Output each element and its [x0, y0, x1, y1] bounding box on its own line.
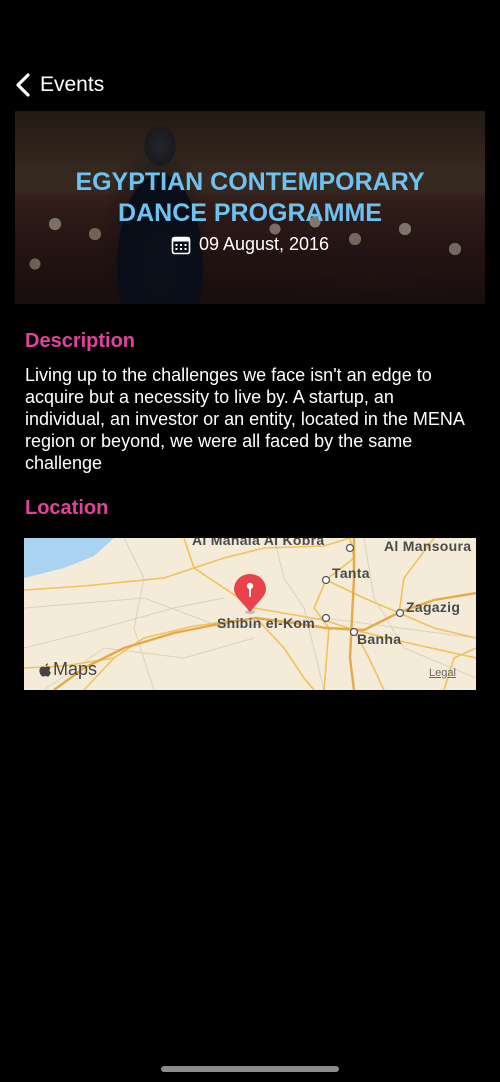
location-heading: Location: [25, 497, 109, 519]
calendar-icon: [171, 236, 191, 254]
location-map[interactable]: Al Mahala Al Kobra Al Mansoura Tanta Zag…: [24, 538, 476, 690]
apple-maps-logo: Maps: [38, 659, 97, 680]
event-date-row: 09 August, 2016: [15, 234, 485, 255]
event-hero-banner: EGYPTIAN CONTEMPORARY DANCE PROGRAMME 09…: [15, 111, 485, 304]
map-label-zagazig: Zagazig: [406, 599, 461, 615]
event-title: EGYPTIAN CONTEMPORARY DANCE PROGRAMME: [75, 168, 425, 227]
event-date: 09 August, 2016: [198, 234, 330, 254]
description-heading: Description: [25, 330, 136, 352]
description-text: Living up to the challenges we face isn'…: [25, 365, 464, 473]
chevron-left-icon: [16, 73, 30, 97]
map-legal-link[interactable]: Legal: [429, 667, 456, 679]
map-label-tanta: Tanta: [332, 565, 370, 581]
map-label-banha: Banha: [357, 631, 402, 647]
back-button[interactable]: Events: [14, 70, 104, 100]
apple-logo-icon: [39, 662, 51, 677]
map-label-shibin-el-kom: Shibin el-Kom: [217, 615, 316, 631]
event-detail-screen: Events EGYPTIAN CONTEMPORARY DANCE PROGR…: [0, 0, 500, 1082]
back-label: Events: [40, 73, 105, 96]
map-label-al-mahala: Al Mahala Al Kobra: [192, 538, 325, 548]
map-label-al-mansoura: Al Mansoura: [384, 538, 472, 554]
maps-provider-label: Maps: [53, 659, 98, 679]
home-indicator[interactable]: [161, 1066, 339, 1072]
map-pin-icon[interactable]: [232, 574, 268, 616]
